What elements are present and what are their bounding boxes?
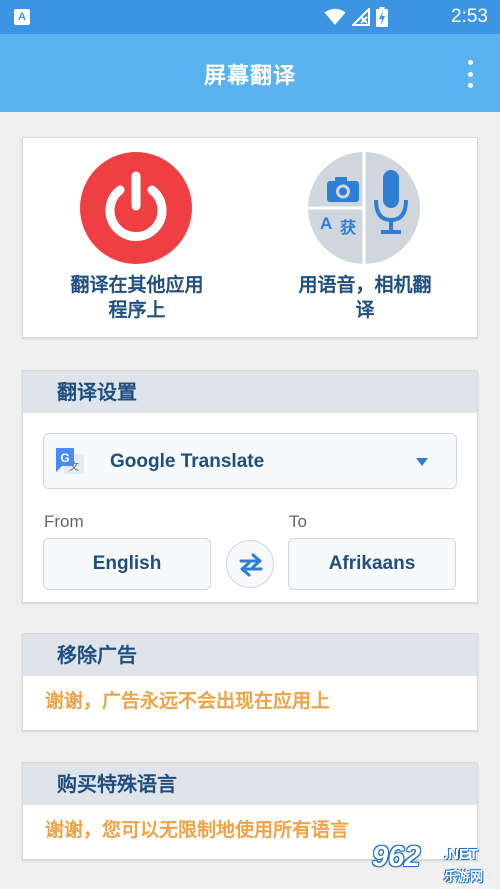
status-bar: A 2:53 <box>0 0 500 34</box>
menu-dot <box>467 60 473 65</box>
translate-badge-letter: A <box>320 214 333 233</box>
svg-text:G: G <box>60 451 69 465</box>
menu-dot <box>467 71 473 77</box>
dropdown-arrow-icon <box>416 458 428 466</box>
to-language-button[interactable]: Afrikaans <box>288 538 456 590</box>
remove-ads-message: 谢谢，广告永远不会出现在应用上 <box>45 690 331 712</box>
google-translate-icon: 文 G <box>56 448 84 474</box>
from-label: From <box>44 512 84 531</box>
translate-engine-select[interactable]: 文 G Google Translate <box>43 433 457 489</box>
watermark-brand: 962 <box>372 841 421 873</box>
purchase-languages-header: 购买特殊语言 <box>23 763 477 805</box>
watermark-logo: 962 .NET 乐游网 <box>372 842 496 886</box>
translation-settings-header: 翻译设置 <box>23 371 477 413</box>
watermark-sub: 乐游网 <box>444 870 484 885</box>
translate-badge-char: 获 <box>340 218 357 237</box>
battery-charging-icon <box>376 7 388 27</box>
translate-in-apps-label: 翻译在其他应用 程序上 <box>33 273 241 323</box>
menu-dot <box>467 83 473 88</box>
translate-engine-label: Google Translate <box>110 451 265 472</box>
overflow-menu-icon[interactable] <box>466 60 474 88</box>
app-title: 屏幕翻译 <box>203 64 296 89</box>
from-language-button[interactable]: English <box>43 538 211 590</box>
swap-arrows-icon <box>239 553 263 577</box>
translate-in-apps-label-line1: 翻译在其他应用 <box>70 274 204 296</box>
to-label: To <box>289 512 307 531</box>
power-button[interactable] <box>80 152 192 264</box>
camera-icon <box>327 177 359 202</box>
voice-camera-icon-group[interactable]: A 获 <box>308 152 420 264</box>
no-signal-icon <box>352 8 370 26</box>
app-bar: 屏幕翻译 <box>0 34 500 112</box>
voice-camera-graphic <box>308 152 408 264</box>
remove-ads-card[interactable]: 移除广告 谢谢，广告永远不会出现在应用上 <box>22 633 478 731</box>
status-time: 2:53 <box>451 6 488 27</box>
wifi-icon <box>324 8 346 25</box>
voice-camera-label-line1: 用语音，相机翻 <box>298 274 432 296</box>
voice-camera-label-line2: 译 <box>355 299 375 321</box>
power-icon <box>105 171 167 241</box>
action-card: 翻译在其他应用 程序上 A 获 用语音，相机翻 译 <box>22 137 478 338</box>
translate-in-apps-label-line2: 程序上 <box>108 299 166 321</box>
watermark-tld: .NET <box>444 846 479 863</box>
microphone-icon <box>374 170 408 234</box>
voice-camera-label: 用语音，相机翻 译 <box>261 273 469 323</box>
remove-ads-header: 移除广告 <box>23 634 477 676</box>
translation-settings-card: 翻译设置 文 G Google Translate From To Englis… <box>22 370 478 603</box>
notification-app-icon: A <box>14 9 30 25</box>
status-icons <box>324 7 388 27</box>
swap-languages-button[interactable] <box>226 540 274 588</box>
